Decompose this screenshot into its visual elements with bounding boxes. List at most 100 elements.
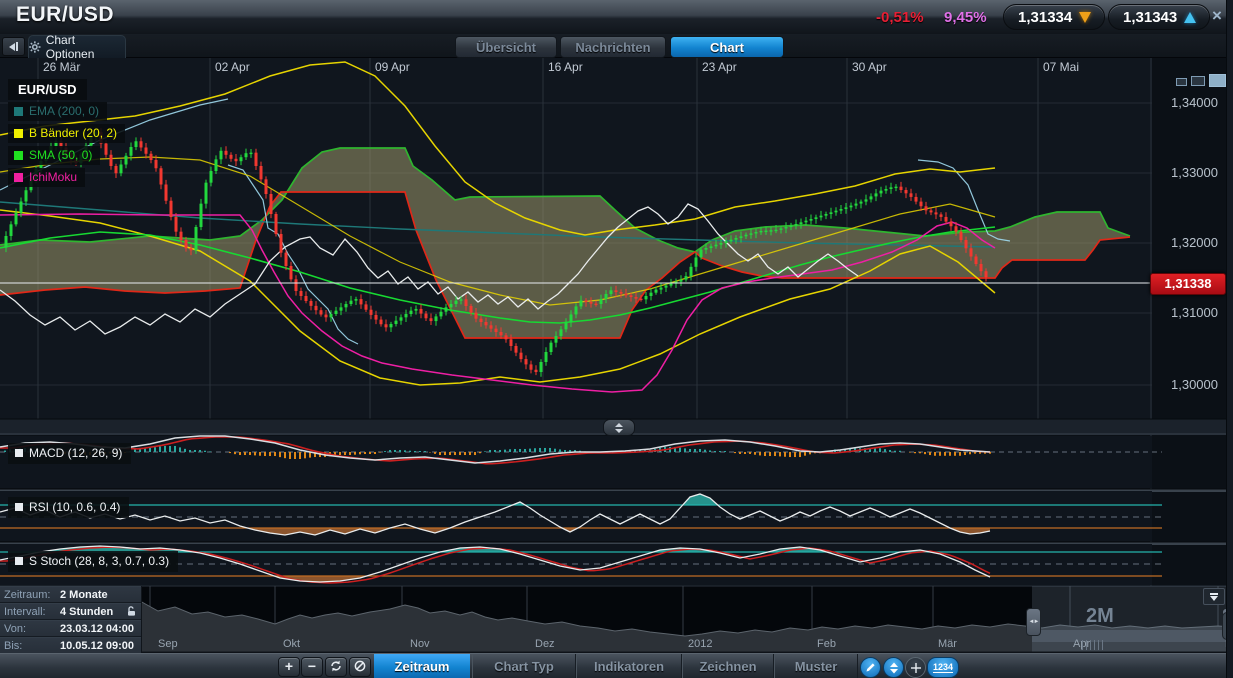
date-label: 23 Apr xyxy=(702,60,737,74)
bid-price: 1,31334 xyxy=(1018,9,1072,26)
setting-row-intervall[interactable]: Intervall: 4 Stunden xyxy=(0,603,141,620)
ask-price: 1,31343 xyxy=(1123,9,1177,26)
stoch-label: S Stoch (28, 8, 3, 0.7, 0.3) xyxy=(29,554,169,568)
toolbar-tab-zeichnen[interactable]: Zeichnen xyxy=(682,654,774,678)
price-axis: 1,340001,330001,320001,310001,30000 xyxy=(1152,57,1226,587)
chart-options-tab[interactable]: Chart Optionen xyxy=(28,35,126,58)
refresh-icon xyxy=(330,660,342,672)
range-percent: 9,45% xyxy=(944,9,987,26)
current-price-badge: 1,31338 xyxy=(1150,273,1226,295)
setting-row-zeitraum[interactable]: Zeitraum: 2 Monate xyxy=(0,586,141,603)
legend-item-label: EMA (200, 0) xyxy=(29,104,99,118)
ask-button[interactable]: 1,31343 xyxy=(1108,4,1210,30)
month-label: Mär xyxy=(938,638,957,650)
rsi-label: RSI (10, 0.6, 0.4) xyxy=(29,500,120,514)
indicator-swatch-icon xyxy=(15,449,23,457)
chart-canvas[interactable] xyxy=(0,0,1233,678)
no-entry-icon xyxy=(354,660,366,672)
date-label: 07 Mai xyxy=(1043,60,1079,74)
legend-item-ichimoku[interactable]: IchiMoku xyxy=(8,168,85,187)
values-badge-label: 1234 xyxy=(933,662,953,673)
gear-icon xyxy=(29,41,41,53)
lock-icon[interactable] xyxy=(126,606,136,617)
month-label: Dez xyxy=(535,638,555,650)
crosshair-icon xyxy=(910,662,922,674)
tab-uebersicht[interactable]: Übersicht xyxy=(455,36,557,58)
setting-value: 4 Stunden xyxy=(60,606,113,618)
title-bar: EUR/USD -0,51% 9,45% 1,31334 1,31343 × xyxy=(0,0,1233,35)
legend-item-ema[interactable]: EMA (200, 0) xyxy=(8,102,107,121)
values-display-button[interactable]: 1234 xyxy=(927,657,959,678)
trading-chart-window: EUR/USD -0,51% 9,45% 1,31334 1,31343 × xyxy=(0,0,1233,678)
indicator-swatch-icon xyxy=(15,557,23,565)
month-label: Feb xyxy=(817,638,836,650)
setting-value: 23.03.12 04:00 xyxy=(60,623,134,635)
left-arrow-icon xyxy=(9,43,15,51)
sort-arrows-button[interactable] xyxy=(883,657,904,678)
price-label: 1,32000 xyxy=(1171,235,1218,250)
toolbar-tab-zeitraum[interactable]: Zeitraum xyxy=(374,654,470,678)
month-label: Sep xyxy=(158,638,178,650)
pencil-icon xyxy=(865,662,876,673)
close-icon[interactable]: × xyxy=(1208,7,1226,25)
toolbar-tab-chart-typ[interactable]: Chart Typ xyxy=(472,654,576,678)
date-label: 09 Apr xyxy=(375,60,410,74)
bid-button[interactable]: 1,31334 xyxy=(1003,4,1105,30)
tab-nachrichten[interactable]: Nachrichten xyxy=(560,36,666,58)
setting-label: Intervall: xyxy=(4,606,60,618)
ichimoku-swatch-icon xyxy=(14,173,23,182)
draw-pencil-button[interactable] xyxy=(860,657,881,678)
rsi-label-chip[interactable]: RSI (10, 0.6, 0.4) xyxy=(8,497,129,518)
setting-value: 2 Monate xyxy=(60,589,108,601)
bar-icon xyxy=(16,42,18,51)
month-label: Okt xyxy=(283,638,300,650)
date-label: 30 Apr xyxy=(852,60,887,74)
date-label: 16 Apr xyxy=(548,60,583,74)
zoom-in-button[interactable]: + xyxy=(278,657,300,677)
navigator-collapse-button[interactable] xyxy=(1203,588,1225,605)
refresh-button[interactable] xyxy=(325,657,347,677)
bid-down-arrow-icon xyxy=(1079,12,1091,23)
month-label: Nov xyxy=(410,638,430,650)
chart-options-label: Chart Optionen xyxy=(46,33,125,61)
month-label: 2012 xyxy=(688,638,712,650)
date-label: 26 Mär xyxy=(43,60,80,74)
tab-chart[interactable]: Chart xyxy=(670,36,784,58)
price-label: 1,30000 xyxy=(1171,377,1218,392)
crosshair-button[interactable] xyxy=(905,657,926,678)
collapse-panel-button[interactable] xyxy=(2,37,25,56)
navigator-tick-marks xyxy=(1082,640,1104,650)
legend-item-sma[interactable]: SMA (50, 0) xyxy=(8,146,100,165)
legend-symbol[interactable]: EUR/USD xyxy=(8,79,87,100)
setting-label: Von: xyxy=(4,623,60,635)
toolbar-tab-muster[interactable]: Muster xyxy=(774,654,858,678)
toolbar-tab-indikatoren[interactable]: Indikatoren xyxy=(576,654,682,678)
down-arrow-icon xyxy=(1210,596,1218,601)
setting-row-von[interactable]: Von: 23.03.12 04:00 xyxy=(0,620,141,637)
up-arrow-icon xyxy=(615,423,623,427)
setting-label: Zeitraum: xyxy=(4,589,60,601)
navigator-month-axis: SepOktNovDez2012FebMärAprMai xyxy=(0,638,1233,652)
macd-label-chip[interactable]: MACD (12, 26, 9) xyxy=(8,443,131,464)
price-label: 1,34000 xyxy=(1171,95,1218,110)
legend-item-bbands[interactable]: B Bänder (20, 2) xyxy=(8,124,125,143)
down-arrow-icon xyxy=(615,429,623,433)
right-edge-strip xyxy=(1226,0,1233,678)
date-axis: 26 Mär02 Apr09 Apr16 Apr23 Apr30 Apr07 M… xyxy=(0,60,1233,76)
price-label: 1,33000 xyxy=(1171,165,1218,180)
sma-swatch-icon xyxy=(14,151,23,160)
cancel-zoom-button[interactable] xyxy=(349,657,371,677)
symbol-title: EUR/USD xyxy=(16,3,114,27)
bbands-swatch-icon xyxy=(14,129,23,138)
indicator-swatch-icon xyxy=(15,503,23,511)
bar-icon xyxy=(1210,593,1218,595)
navigator-left-handle[interactable]: ◄► xyxy=(1026,608,1041,636)
stoch-label-chip[interactable]: S Stoch (28, 8, 3, 0.7, 0.3) xyxy=(8,551,178,572)
zoom-out-button[interactable]: − xyxy=(301,657,323,677)
bottom-toolbar: + − Zeitraum Chart Typ Indikatoren Zeich… xyxy=(0,653,1233,678)
pane-splitter-handle[interactable] xyxy=(603,419,635,436)
macd-label: MACD (12, 26, 9) xyxy=(29,446,122,460)
change-percent: -0,51% xyxy=(876,9,924,26)
ask-up-arrow-icon xyxy=(1184,12,1196,23)
legend-item-label: B Bänder (20, 2) xyxy=(29,126,117,140)
